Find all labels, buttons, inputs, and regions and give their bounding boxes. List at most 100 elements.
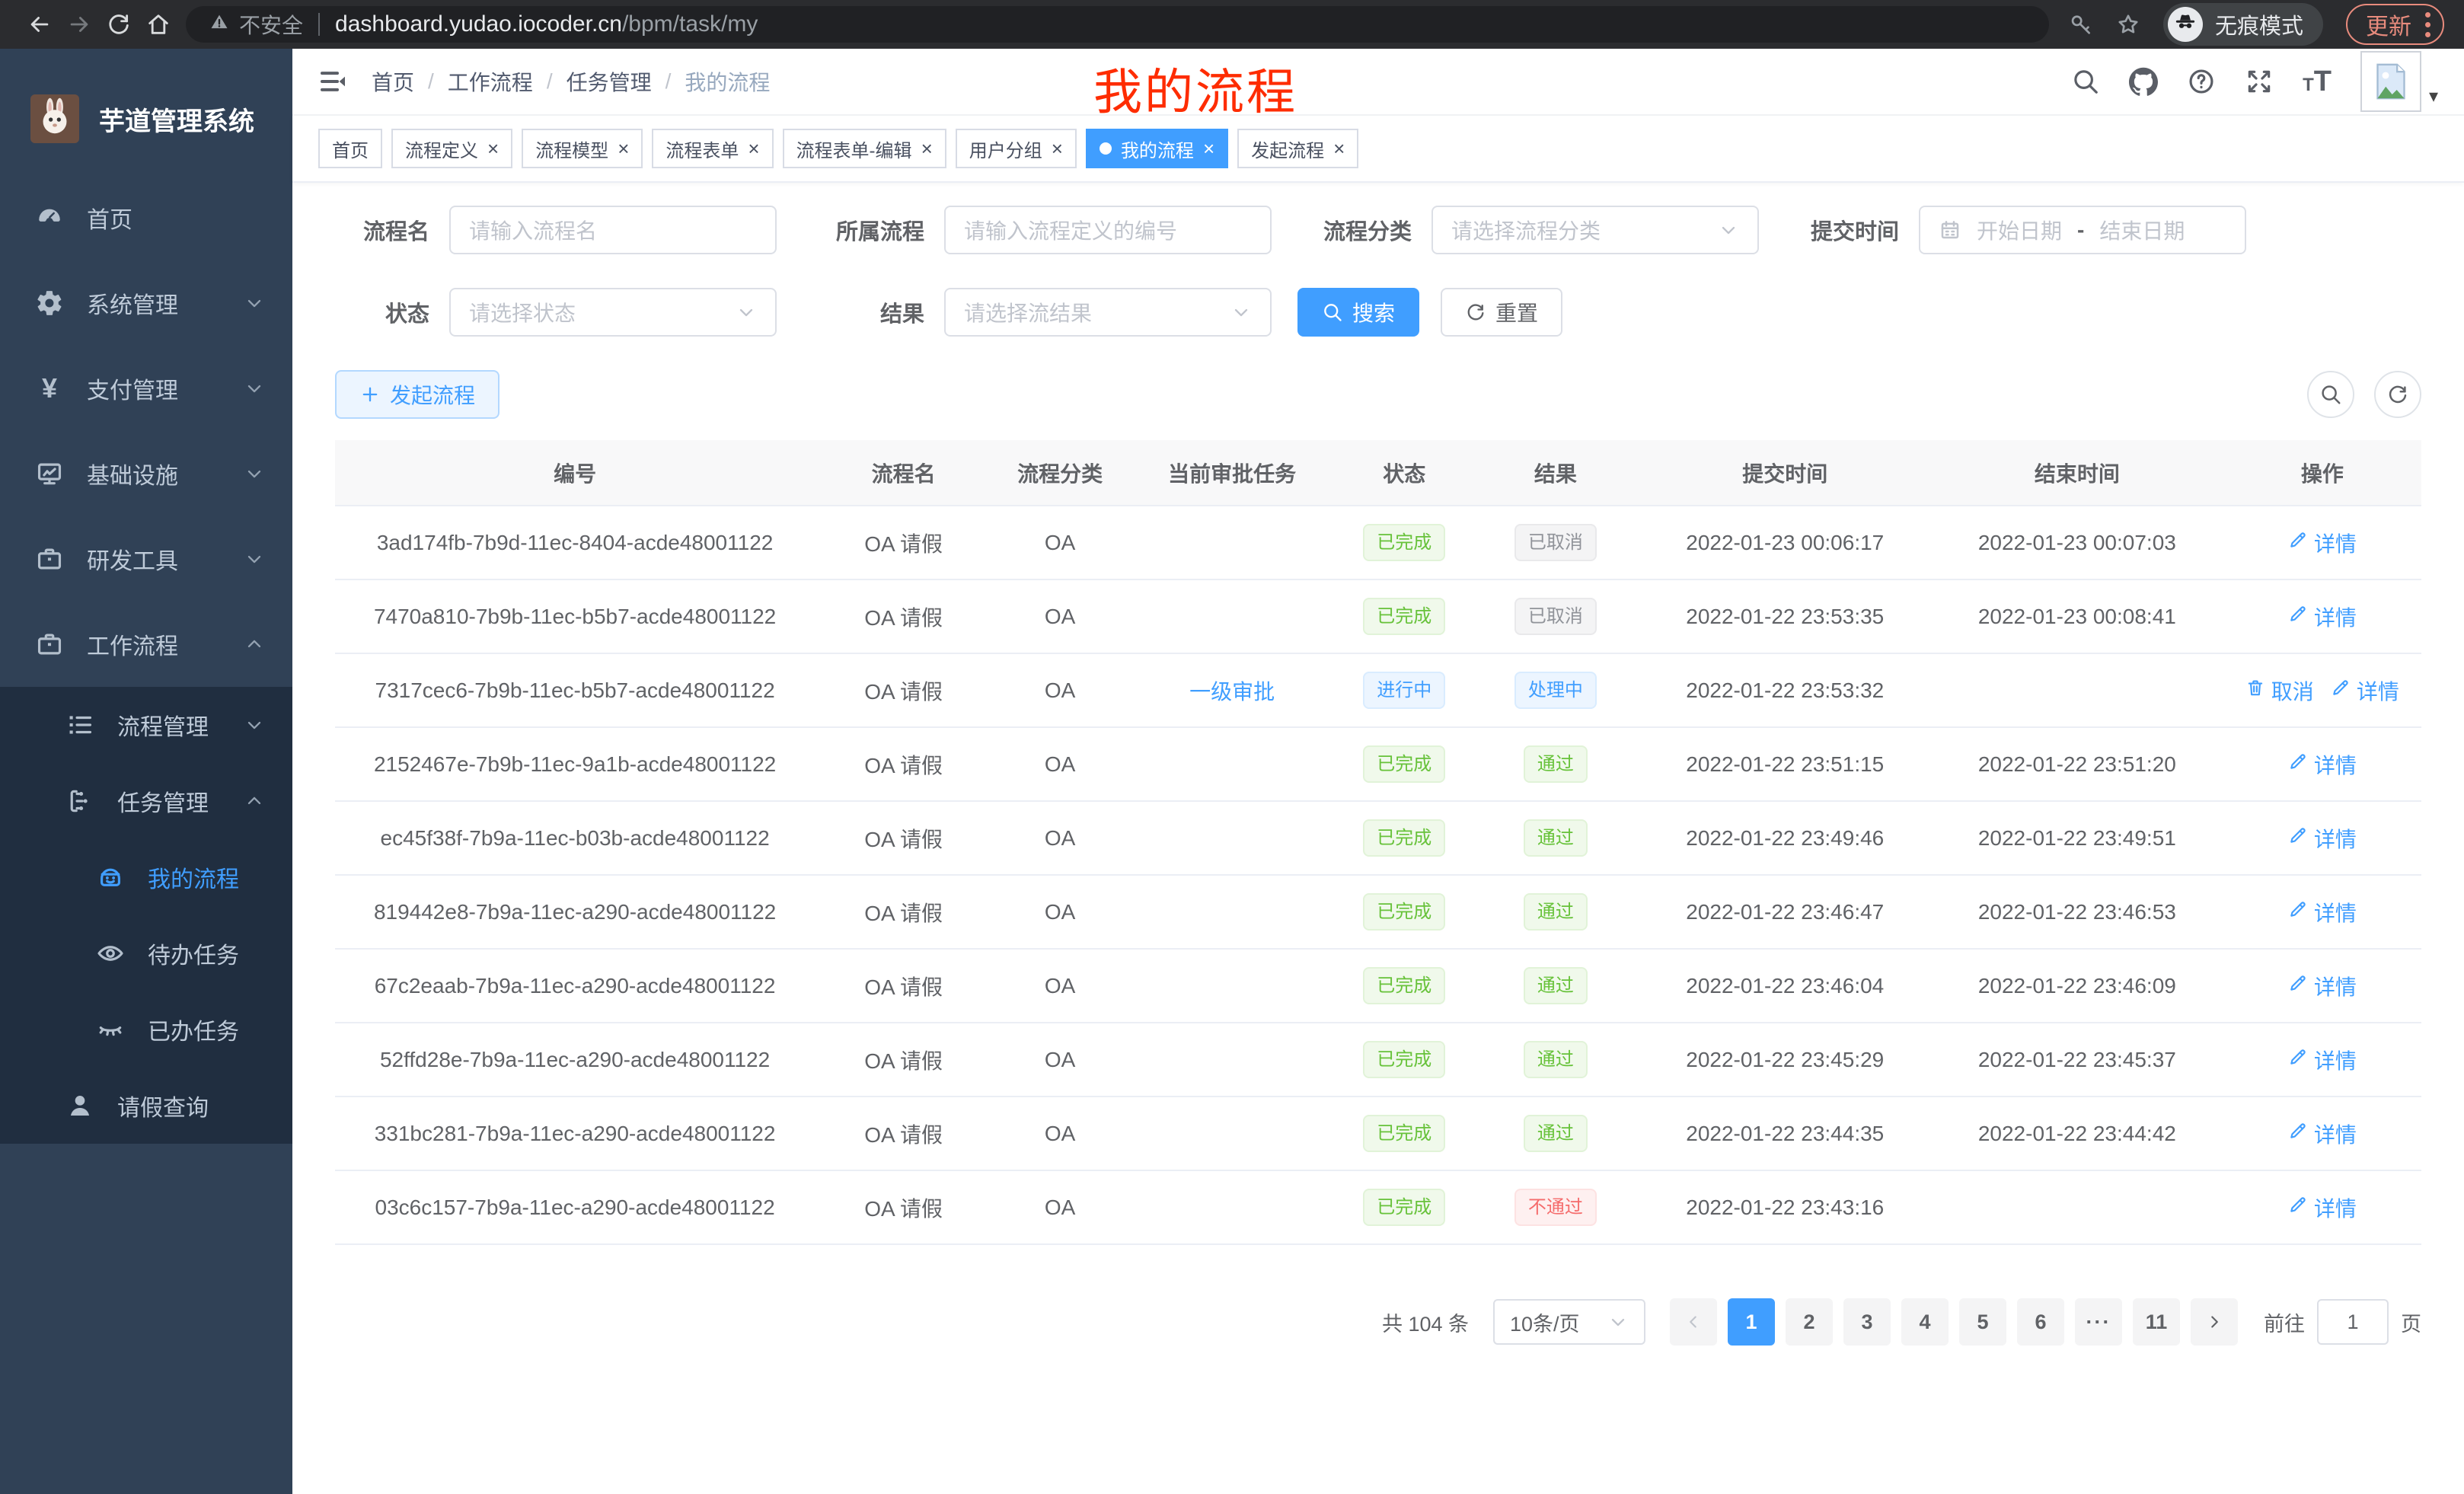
detail-action-link[interactable]: 详情 [2288, 897, 2357, 927]
process-name-input[interactable]: 请输入流程名 [449, 206, 777, 254]
search-button[interactable]: 搜索 [1297, 288, 1419, 337]
cell-result: 通过 [1472, 727, 1639, 801]
browser-back-icon[interactable] [20, 11, 59, 37]
status-badge: 已完成 [1363, 524, 1445, 561]
avatar[interactable] [2360, 51, 2421, 112]
close-tab-icon[interactable]: × [921, 139, 933, 158]
refresh-table-button[interactable] [2374, 371, 2421, 418]
edit-icon [2331, 678, 2351, 703]
detail-action-link[interactable]: 详情 [2288, 749, 2357, 780]
browser-reload-icon[interactable] [99, 11, 139, 37]
next-page-button[interactable] [2191, 1298, 2238, 1346]
page-size-select[interactable]: 10条/页 [1493, 1299, 1645, 1345]
submit-time-range-picker[interactable]: 开始日期 - 结束日期 [1919, 206, 2246, 254]
sidebar-item-infrastructure[interactable]: 基础设施 [0, 431, 292, 516]
breadcrumb-link[interactable]: 首页 [372, 66, 414, 97]
close-tab-icon[interactable]: × [1203, 139, 1214, 158]
github-icon[interactable] [2129, 67, 2158, 96]
browser-forward-icon[interactable] [59, 11, 99, 37]
cancel-action-link[interactable]: 取消 [2245, 675, 2314, 706]
detail-action-link[interactable]: 详情 [2288, 602, 2357, 632]
browser-update-button[interactable]: 更新 [2346, 4, 2444, 45]
toggle-search-button[interactable] [2307, 371, 2354, 418]
sidebar-item-process-mgmt[interactable]: 流程管理 [0, 687, 292, 763]
chevron-down-icon [244, 714, 265, 736]
browser-home-icon[interactable] [139, 11, 178, 37]
close-tab-icon[interactable]: × [748, 139, 759, 158]
tab-process-definition[interactable]: 流程定义× [391, 129, 512, 168]
cell-actions: 详情 [2223, 1170, 2421, 1244]
goto-page-input[interactable] [2317, 1299, 2389, 1345]
page-button-6[interactable]: 6 [2017, 1298, 2064, 1346]
start-process-button[interactable]: 发起流程 [335, 370, 500, 419]
cell-process-id: 7470a810-7b9b-11ec-b5b7-acde48001122 [335, 579, 815, 653]
sidebar-item-label: 支付管理 [87, 372, 178, 405]
cell-actions: 详情 [2223, 1097, 2421, 1170]
page-button-1[interactable]: 1 [1728, 1298, 1775, 1346]
detail-action-link[interactable]: 详情 [2288, 1045, 2357, 1075]
process-category-select[interactable]: 请选择流程分类 [1431, 206, 1759, 254]
sidebar-item-home[interactable]: 首页 [0, 175, 292, 260]
tab-start-process[interactable]: 发起流程× [1237, 129, 1358, 168]
close-tab-icon[interactable]: × [1333, 139, 1345, 158]
tab-my-process[interactable]: 我的流程× [1086, 129, 1228, 168]
caret-down-icon: ▾ [2429, 85, 2438, 112]
tab-home[interactable]: 首页 [318, 129, 382, 168]
prev-page-button[interactable] [1670, 1298, 1717, 1346]
detail-action-link[interactable]: 详情 [2288, 823, 2357, 854]
flow-icon [64, 787, 96, 816]
page-button-4[interactable]: 4 [1901, 1298, 1949, 1346]
cell-current-task [1128, 1023, 1336, 1097]
sidebar-item-label: 基础设施 [87, 457, 178, 490]
detail-action-link[interactable]: 详情 [2288, 1192, 2357, 1223]
fullscreen-icon[interactable] [2245, 67, 2274, 96]
page-button-5[interactable]: 5 [1959, 1298, 2006, 1346]
sidebar-collapse-icon[interactable] [318, 66, 349, 97]
breadcrumb-link[interactable]: 任务管理 [567, 66, 652, 97]
current-task-link[interactable]: 一级审批 [1189, 680, 1275, 704]
font-size-icon[interactable]: TT [2303, 67, 2332, 96]
header-search-icon[interactable] [2071, 67, 2100, 96]
process-definition-input[interactable]: 请输入流程定义的编号 [944, 206, 1272, 254]
sidebar-item-todo-tasks[interactable]: 待办任务 [0, 915, 292, 991]
password-key-icon[interactable] [2069, 12, 2093, 37]
tab-process-form[interactable]: 流程表单× [652, 129, 773, 168]
page-button-11[interactable]: 11 [2133, 1298, 2180, 1346]
page-button-3[interactable]: 3 [1843, 1298, 1891, 1346]
tab-user-group[interactable]: 用户分组× [956, 129, 1077, 168]
sidebar-item-leave-query[interactable]: 请假查询 [0, 1068, 292, 1144]
tab-process-model[interactable]: 流程模型× [522, 129, 643, 168]
detail-action-link[interactable]: 详情 [2288, 528, 2357, 558]
sidebar-item-system[interactable]: 系统管理 [0, 260, 292, 346]
app-title: 芋道管理系统 [99, 101, 254, 138]
cell-end-time: 2022-01-22 23:45:37 [1931, 1023, 2223, 1097]
result-select[interactable]: 请选择流结果 [944, 288, 1272, 337]
cell-process-id: 7317cec6-7b9b-11ec-b5b7-acde48001122 [335, 653, 815, 727]
close-tab-icon[interactable]: × [618, 139, 629, 158]
browser-menu-icon[interactable] [2425, 12, 2430, 37]
user-avatar-menu[interactable]: ▾ [2360, 51, 2438, 112]
sidebar-item-devtools[interactable]: 研发工具 [0, 516, 292, 602]
sidebar-item-label: 流程管理 [117, 708, 209, 742]
help-icon[interactable] [2187, 67, 2216, 96]
address-bar[interactable]: 不安全 dashboard.yudao.iocoder.cn /bpm/task… [186, 6, 2049, 43]
close-tab-icon[interactable]: × [487, 139, 499, 158]
bookmark-star-icon[interactable] [2116, 12, 2140, 37]
page-button-more[interactable]: ··· [2075, 1298, 2122, 1346]
detail-action-link[interactable]: 详情 [2288, 971, 2357, 1001]
status-select[interactable]: 请选择状态 [449, 288, 777, 337]
sidebar-item-done-tasks[interactable]: 已办任务 [0, 991, 292, 1068]
close-tab-icon[interactable]: × [1052, 139, 1063, 158]
tab-process-form-edit[interactable]: 流程表单-编辑× [783, 129, 946, 168]
sidebar-item-my-process[interactable]: 我的流程 [0, 839, 292, 915]
breadcrumb-link[interactable]: 工作流程 [448, 66, 533, 97]
page-button-2[interactable]: 2 [1786, 1298, 1833, 1346]
reset-button[interactable]: 重置 [1441, 288, 1562, 337]
sidebar-item-workflow[interactable]: 工作流程 [0, 602, 292, 687]
sidebar-item-task-mgmt[interactable]: 任务管理 [0, 763, 292, 839]
sidebar-item-payment[interactable]: ¥支付管理 [0, 346, 292, 431]
detail-action-link[interactable]: 详情 [2331, 675, 2399, 706]
detail-action-link[interactable]: 详情 [2288, 1119, 2357, 1149]
cell-process-category: OA [992, 653, 1128, 727]
cell-process-name: OA 请假 [815, 801, 992, 875]
